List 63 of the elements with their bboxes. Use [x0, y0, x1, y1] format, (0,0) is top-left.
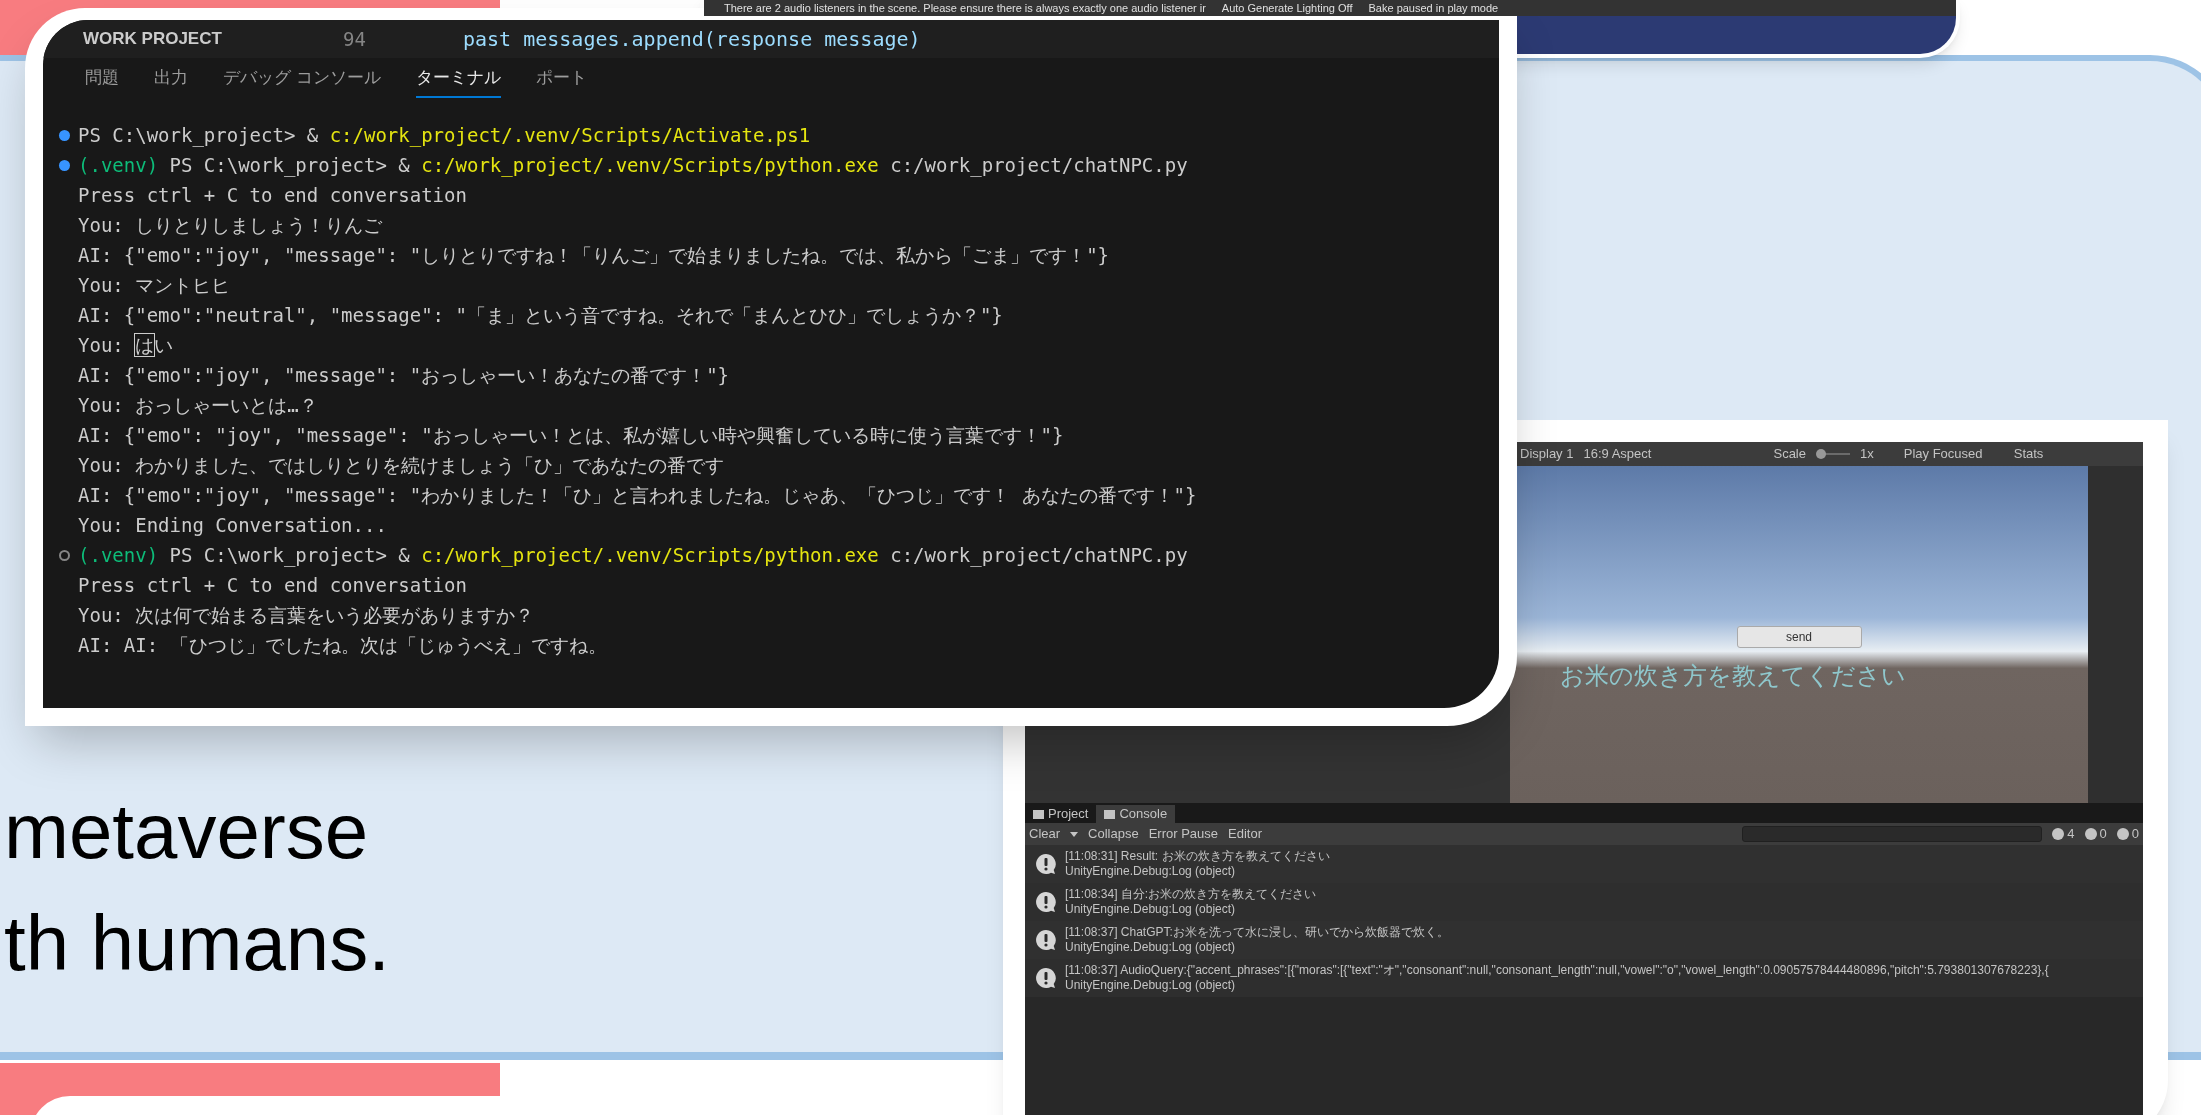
log-count[interactable]: 0 — [2084, 824, 2107, 844]
log-count[interactable]: 0 — [2116, 824, 2139, 844]
clear-button[interactable]: Clear — [1029, 824, 1061, 844]
warning-bubble-icon — [1035, 853, 1057, 875]
terminal-line: You: おっしゃーいとは…？ — [78, 393, 318, 418]
line-number: 94 — [343, 26, 367, 52]
terminal-line: PS C:\work_project> & c:/work_project/.venv/Scripts/Activate.ps1 — [78, 123, 811, 149]
warning-bubble-icon — [1035, 967, 1057, 989]
status-message: There are 2 audio listeners in the scene. Please ensure there is always exactly one audio listener ir — [724, 1, 1206, 15]
terminal-line: AI: AI: 「ひつじ」でしたね。次は「じゅうべえ」ですね。 — [78, 633, 607, 658]
send-button[interactable]: send — [1736, 626, 1862, 648]
terminal-line: You: しりとりしましょう！りんご — [78, 213, 383, 238]
scale-label: Scale — [1773, 445, 1806, 464]
log-count[interactable]: 4 — [2052, 824, 2075, 844]
play-mode-dropdown[interactable]: Play Focused — [1903, 444, 2004, 464]
terminal-line: Press ctrl + C to end conversation — [78, 573, 467, 598]
log-source[interactable]: UnityEngine.Debug:Log (object) — [1065, 940, 1449, 955]
log-source[interactable]: UnityEngine.Debug:Log (object) — [1065, 978, 2049, 993]
log-message[interactable]: [11:08:37] AudioQuery:{"accent_phrases":[{"moras":[{"text":"オ","consonant":null,"consonant_length":null,"vowel":"o","vowel_length":0.09057578444480896,"pitch":5.793801307678223},{ — [1065, 963, 2049, 978]
terminal-line: AI: {"emo":"neutral", "message": "「ま」という音ですね。それで「まんとひひ」でしょうか？"} — [78, 303, 1003, 328]
log-source[interactable]: UnityEngine.Debug:Log (object) — [1065, 902, 1317, 917]
terminal-line: Press ctrl + C to end conversation — [78, 183, 467, 208]
log-source[interactable]: UnityEngine.Debug:Log (object) — [1065, 864, 1330, 879]
slide-text: th humans. — [4, 898, 390, 989]
terminal-line: You: 次は何で始まる言葉をいう必要がありますか？ — [78, 603, 535, 628]
slider-icon[interactable] — [1816, 449, 1850, 459]
panel-tab[interactable]: Project — [1025, 805, 1097, 823]
question-caption: お米の炊き方を教えてください — [1560, 661, 1906, 691]
panel-tab[interactable]: Console — [1096, 805, 1176, 823]
terminal-line: (.venv) PS C:\work_project> & c:/work_project/.venv/Scripts/python.exe c:/work_project/chatNPC.py — [78, 543, 1188, 569]
slide-text: metaverse — [4, 786, 370, 877]
terminal-line: AI: {"emo":"joy", "message": "わかりました！「ひ」と言われましたね。じゃあ、「ひつじ」です！ あなたの番です！"} — [78, 483, 1197, 508]
error-pause-button[interactable]: Error Pause — [1148, 824, 1219, 844]
status-item: Auto Generate Lighting Off — [1221, 1, 1353, 15]
log-message[interactable]: [11:08:34] 自分:お米の炊き方を教えてください — [1065, 887, 1317, 902]
terminal-line: AI: {"emo": "joy", "message": "おっしゃーい！とは、私が嬉しい時や興奮している時に使う言葉です！"} — [78, 423, 1064, 448]
editor-dropdown[interactable]: Editor — [1228, 824, 1262, 844]
terminal-line: You: わかりました、ではしりとりを続けましょう「ひ」であなたの番です — [78, 453, 725, 478]
aspect-dropdown[interactable]: 16:9 Aspect — [1583, 444, 1764, 464]
collapse-button[interactable]: Collapse — [1088, 824, 1139, 844]
code-line: past messages.append(response message) — [463, 26, 921, 53]
search-field[interactable] — [1742, 826, 2043, 842]
terminal-line: You: マントヒヒ — [78, 273, 231, 298]
log-message[interactable]: [11:08:37] ChatGPT:お米を洗って水に浸し、研いでから炊飯器で炊く。 — [1065, 925, 1449, 940]
warning-bubble-icon — [1035, 891, 1057, 913]
scale-value: 1x — [1860, 445, 1874, 464]
status-item: Bake paused in play mode — [1368, 1, 1499, 15]
explorer-title: WORK PROJECT — [83, 28, 223, 51]
warning-bubble-icon — [1035, 929, 1057, 951]
display-dropdown[interactable]: Display 1 — [1520, 444, 1574, 464]
log-message[interactable]: [11:08:31] Result: お米の炊き方を教えてください — [1065, 849, 1330, 864]
terminal-line: AI: {"emo":"joy", "message": "しりとりですね！「りんご」で始まりましたね。では、私から「ごま」です！"} — [78, 243, 1110, 268]
panel-tab[interactable]: ターミナル — [415, 64, 501, 98]
terminal-line: You: はい — [78, 333, 174, 358]
caret-icon[interactable] — [1070, 831, 1079, 837]
panel-tab[interactable]: デバッグ コンソール — [223, 64, 381, 98]
panel-tab[interactable]: 出力 — [154, 64, 188, 98]
stats-button[interactable]: Stats — [2013, 444, 2044, 464]
terminal-line: AI: {"emo":"joy", "message": "おっしゃーい！あなたの番です！"} — [78, 363, 730, 388]
panel-tab[interactable]: ポート — [535, 64, 587, 98]
terminal-line: (.venv) PS C:\work_project> & c:/work_project/.venv/Scripts/python.exe c:/work_project/chatNPC.py — [78, 153, 1188, 179]
terminal-line: You: Ending Conversation... — [78, 513, 387, 538]
panel-tab[interactable]: 問題 — [85, 64, 119, 98]
